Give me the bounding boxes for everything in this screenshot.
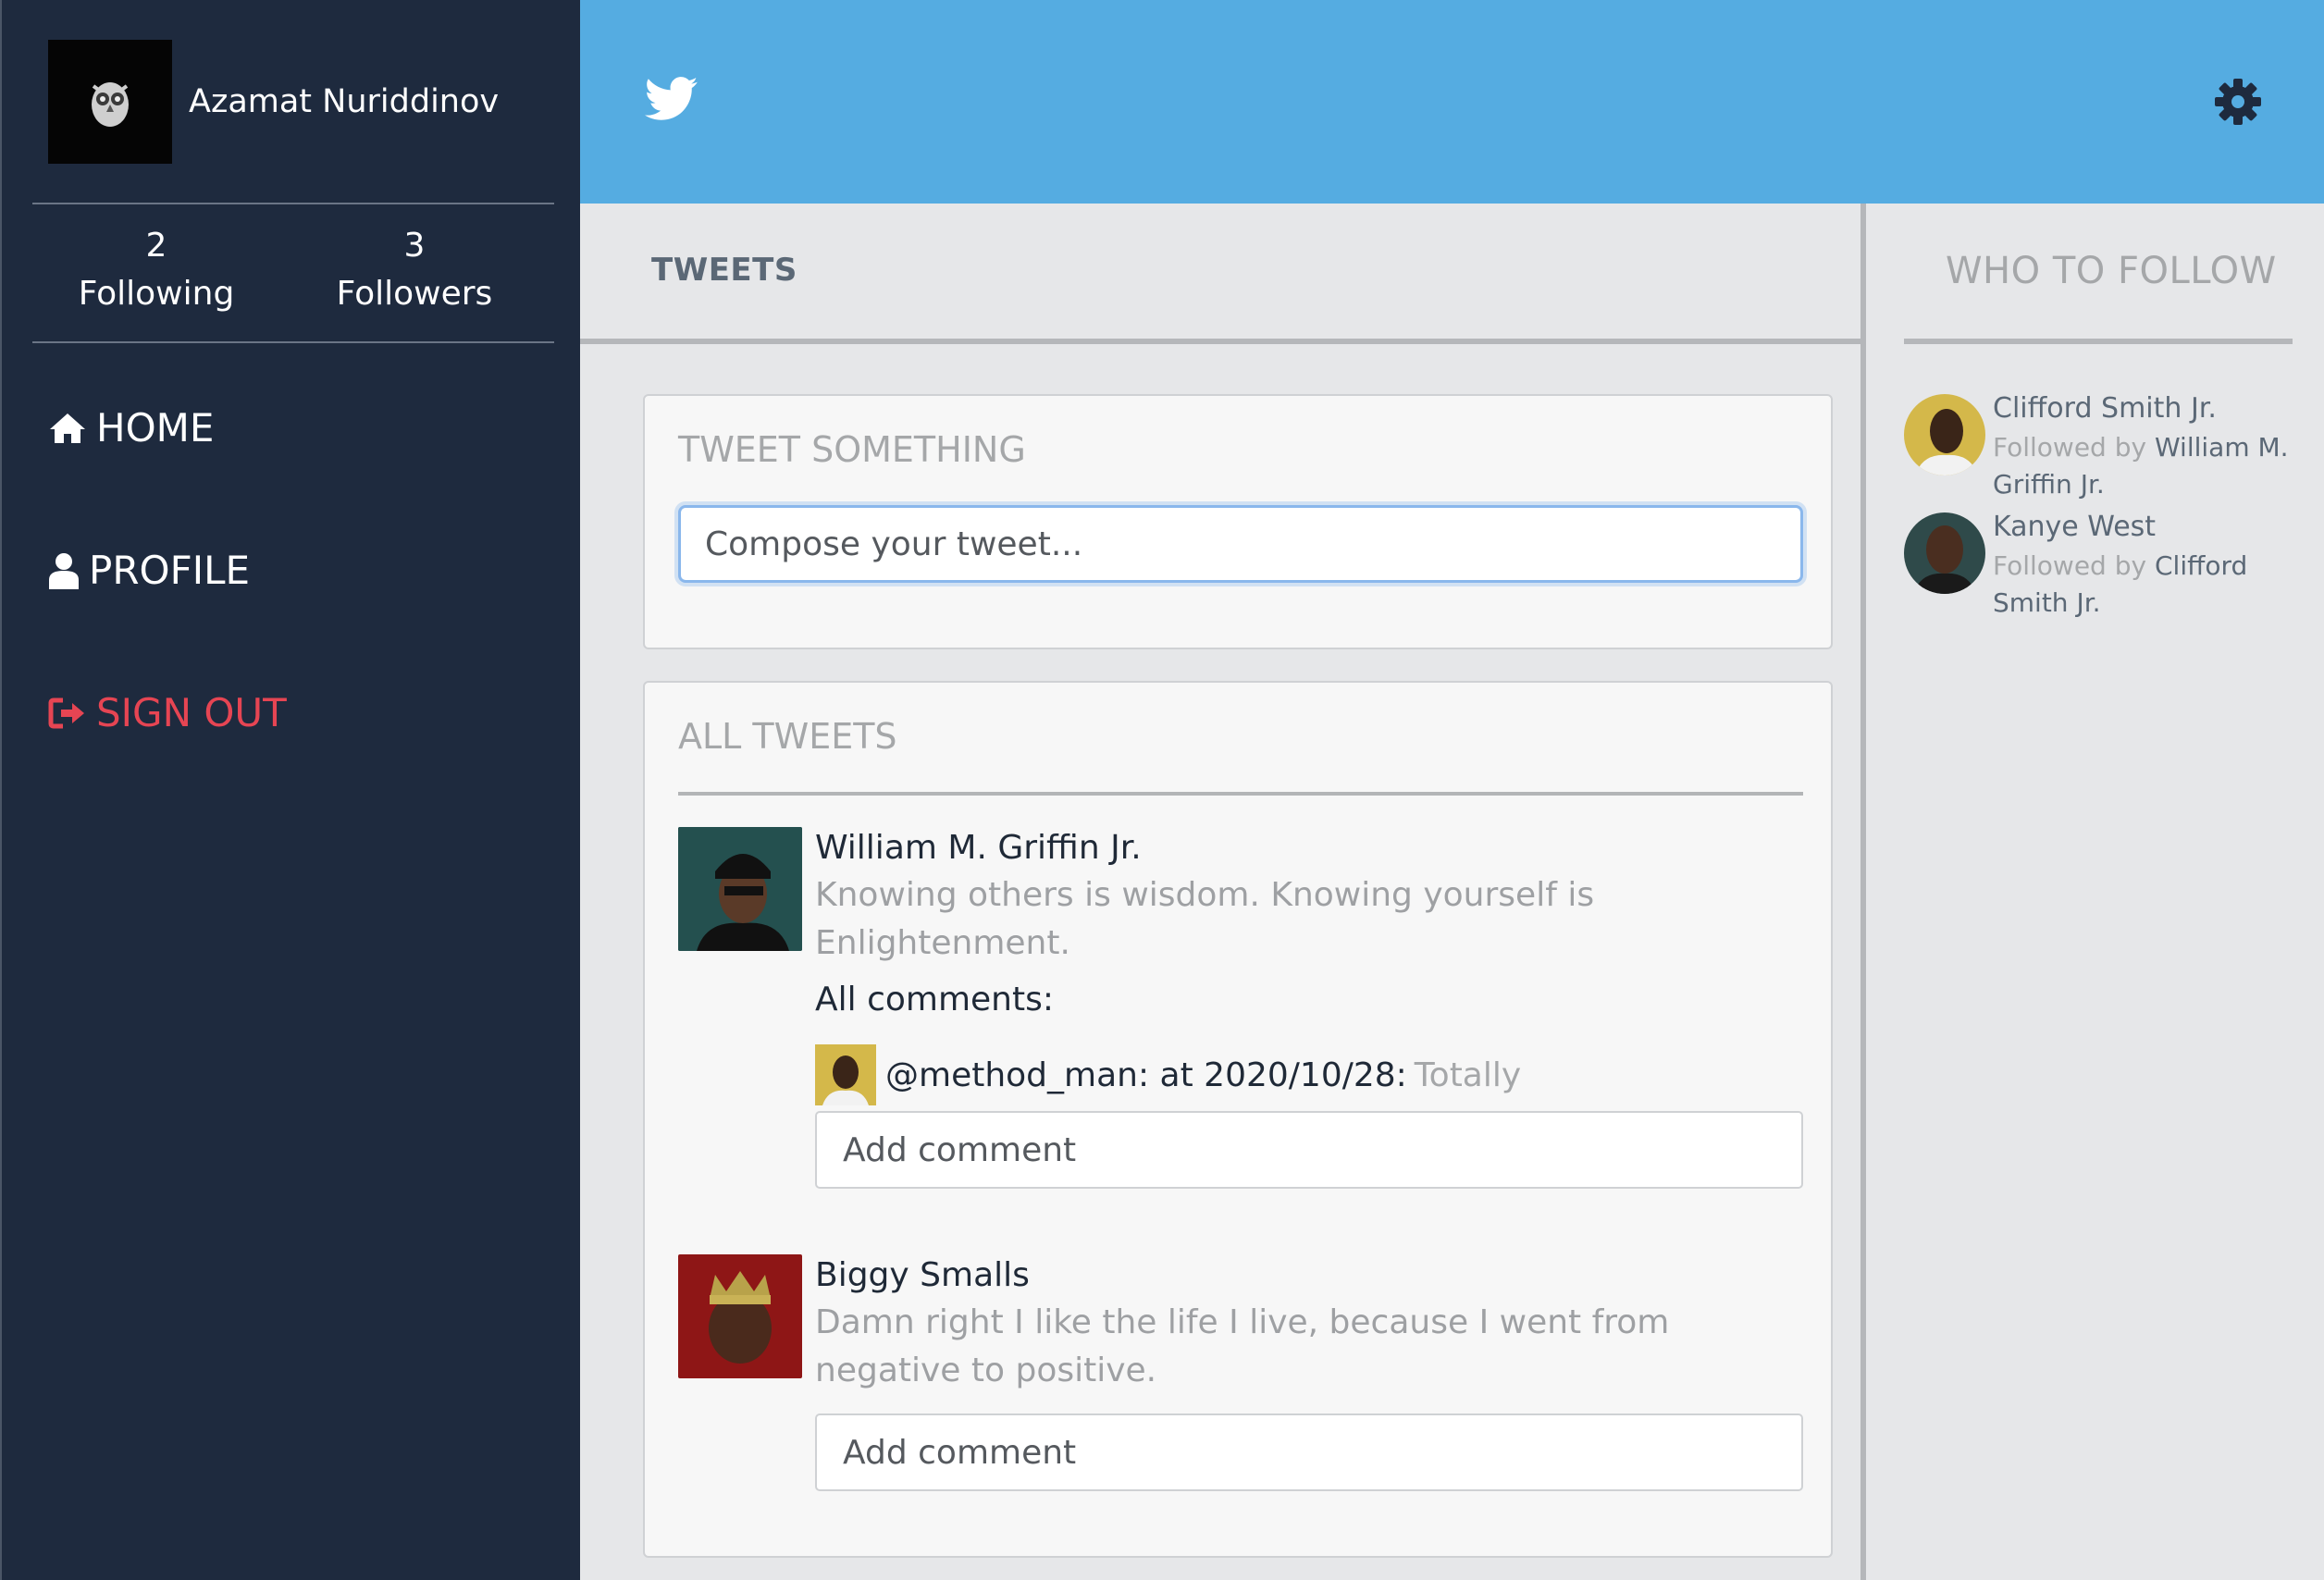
followers-label: Followers xyxy=(336,275,493,313)
user-avatar[interactable] xyxy=(48,40,172,164)
suggestion-name[interactable]: Clifford Smith Jr. xyxy=(1993,392,2217,425)
tweet-author-name[interactable]: Biggy Smalls xyxy=(815,1256,1030,1294)
suggestion-name[interactable]: Kanye West xyxy=(1993,511,2156,543)
suggestion-photo xyxy=(1904,394,1985,475)
tweet-avatar[interactable] xyxy=(678,827,802,951)
tweet-author-photo xyxy=(678,1254,802,1378)
all-tweets-panel: ALL TWEETS William M. Griffin Jr. Knowin… xyxy=(643,681,1833,1558)
nav-signout[interactable]: SIGN OUT xyxy=(48,690,287,735)
follow-suggestion[interactable]: Kanye West Followed by Clifford Smith Jr… xyxy=(1904,511,2311,622)
sidebar-divider xyxy=(32,203,554,204)
nav-profile-label: PROFILE xyxy=(89,548,251,593)
all-tweets-title: ALL TWEETS xyxy=(678,716,897,757)
sign-out-icon xyxy=(48,697,84,728)
suggestion-followed-by: Followed by Clifford Smith Jr. xyxy=(1993,548,2298,622)
user-name[interactable]: Azamat Nuriddinov xyxy=(189,83,499,120)
follow-suggestion[interactable]: Clifford Smith Jr. Followed by William M… xyxy=(1904,392,2311,503)
tweet-text: Damn right I like the life I live, becau… xyxy=(815,1303,1670,1389)
tweet-author-photo xyxy=(678,827,802,951)
all-tweets-divider xyxy=(678,792,1803,796)
comment-avatar xyxy=(815,1044,876,1105)
compose-title: TWEET SOMETHING xyxy=(678,429,1026,470)
suggestion-photo xyxy=(1904,512,1985,594)
suggestion-avatar[interactable] xyxy=(1904,512,1985,594)
following-label: Following xyxy=(78,275,235,313)
commenter-photo xyxy=(815,1044,876,1105)
tweet-avatar[interactable] xyxy=(678,1254,802,1378)
followed-by-label: Followed by xyxy=(1993,432,2147,463)
follow-stats: 2 Following 3 Followers xyxy=(32,222,554,318)
following-count: 2 xyxy=(145,227,167,265)
profile-header[interactable]: Azamat Nuriddinov xyxy=(48,40,499,164)
gear-icon[interactable] xyxy=(2214,78,2262,126)
tweets-divider xyxy=(580,339,1860,344)
nav-profile[interactable]: PROFILE xyxy=(48,548,250,593)
nav-home-label: HOME xyxy=(96,405,215,451)
tweet-author-name[interactable]: William M. Griffin Jr. xyxy=(815,829,1142,867)
comments-label: All comments: xyxy=(815,981,1054,1018)
who-to-follow-column: WHO TO FOLLOW Clifford Smith Jr. Followe… xyxy=(1872,204,2324,1580)
followed-by-label: Followed by xyxy=(1993,550,2147,581)
user-icon xyxy=(49,552,79,589)
who-to-follow-divider xyxy=(1904,339,2293,344)
suggestion-avatar[interactable] xyxy=(1904,394,1985,475)
compose-panel: TWEET SOMETHING xyxy=(643,394,1833,649)
home-icon xyxy=(50,413,85,443)
sidebar: Azamat Nuriddinov 2 Following 3 Follower… xyxy=(0,0,580,1580)
suggestion-followed-by: Followed by William M. Griffin Jr. xyxy=(1993,429,2298,503)
following-stat[interactable]: 2 Following xyxy=(28,222,285,318)
tweets-column: TWEETS TWEET SOMETHING ALL TWEETS Willia… xyxy=(580,204,1866,1580)
add-comment-input[interactable] xyxy=(815,1413,1803,1491)
nav-signout-label: SIGN OUT xyxy=(96,690,287,735)
nav-home[interactable]: HOME xyxy=(48,405,214,451)
followers-count: 3 xyxy=(403,227,426,265)
followers-stat[interactable]: 3 Followers xyxy=(285,222,544,318)
comment-text: Totally xyxy=(1414,1055,1522,1094)
sidebar-divider xyxy=(32,341,554,343)
twitter-bird-icon[interactable] xyxy=(645,76,698,122)
owl-avatar-image xyxy=(92,82,129,127)
add-comment-input[interactable] xyxy=(815,1111,1803,1189)
comment-item: @method_man: at 2020/10/28: Totally xyxy=(815,1044,1521,1105)
compose-tweet-input[interactable] xyxy=(678,505,1803,583)
top-header xyxy=(580,0,2324,204)
comment-meta: @method_man: at 2020/10/28: xyxy=(885,1055,1407,1094)
who-to-follow-heading: WHO TO FOLLOW xyxy=(1946,250,2277,292)
tweet-text: Knowing others is wisdom. Knowing yourse… xyxy=(815,876,1595,962)
tweets-heading: TWEETS xyxy=(651,252,797,289)
